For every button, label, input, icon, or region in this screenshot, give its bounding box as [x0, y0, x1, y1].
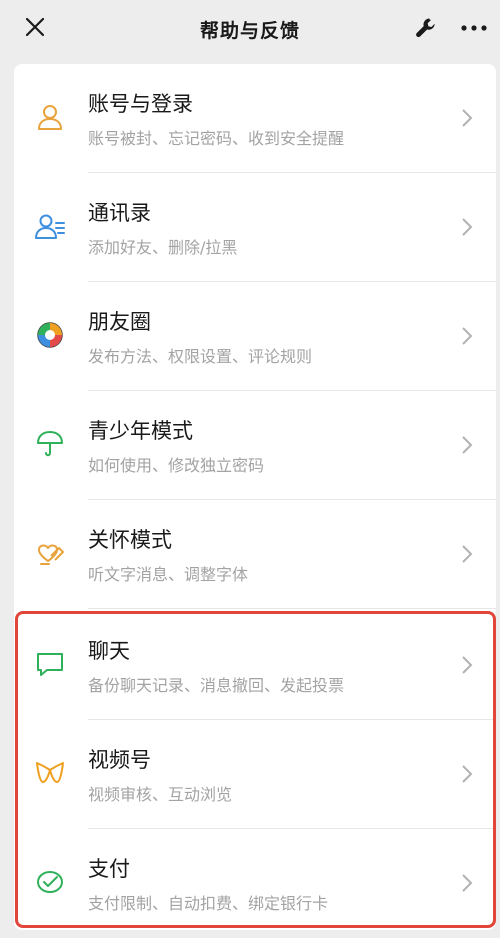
help-item-care-mode[interactable]: 关怀模式 听文字消息、调整字体 — [14, 500, 496, 609]
help-item-description: 如何使用、修改独立密码 — [88, 456, 265, 475]
help-item-channels[interactable]: 视频号 视频审核、互动浏览 — [14, 720, 496, 829]
contacts-icon — [34, 210, 66, 242]
help-item-label: 视频号 — [88, 748, 151, 772]
divider — [88, 608, 496, 609]
pay-icon — [34, 866, 66, 898]
chevron-right-icon — [462, 327, 473, 345]
help-item-description: 添加好友、删除/拉黑 — [88, 238, 238, 257]
user-icon — [34, 101, 66, 133]
chevron-right-icon — [462, 545, 473, 563]
help-item-description: 发布方法、权限设置、评论规则 — [88, 347, 313, 366]
close-icon — [25, 17, 45, 37]
tools-button[interactable] — [412, 14, 440, 42]
more-button[interactable] — [458, 16, 490, 40]
chevron-right-icon — [462, 109, 473, 127]
help-item-label: 青少年模式 — [88, 419, 193, 443]
help-item-teen-mode[interactable]: 青少年模式 如何使用、修改独立密码 — [14, 391, 496, 500]
chevron-right-icon — [462, 436, 473, 454]
chevron-right-icon — [462, 656, 473, 674]
navigation-bar: 帮助与反馈 — [0, 0, 500, 58]
help-item-label: 支付 — [88, 857, 130, 881]
moments-icon — [34, 319, 66, 351]
help-item-description: 备份聊天记录、消息撤回、发起投票 — [88, 676, 345, 695]
help-item-account-login[interactable]: 账号与登录 账号被封、忘记密码、收到安全提醒 — [14, 64, 496, 173]
umbrella-icon — [34, 428, 66, 460]
help-item-contacts[interactable]: 通讯录 添加好友、删除/拉黑 — [14, 173, 496, 282]
help-item-label: 通讯录 — [88, 201, 151, 225]
help-item-description: 账号被封、忘记密码、收到安全提醒 — [88, 129, 345, 148]
chevron-right-icon — [462, 218, 473, 236]
more-icon — [461, 25, 487, 31]
help-item-chat[interactable]: 聊天 备份聊天记录、消息撤回、发起投票 — [14, 611, 496, 720]
help-item-label: 账号与登录 — [88, 92, 193, 116]
chevron-right-icon — [462, 765, 473, 783]
help-item-pay[interactable]: 支付 支付限制、自动扣费、绑定银行卡 — [14, 829, 496, 938]
chevron-right-icon — [462, 874, 473, 892]
help-item-label: 朋友圈 — [88, 310, 151, 334]
help-item-description: 听文字消息、调整字体 — [88, 565, 249, 584]
care-icon — [34, 537, 66, 569]
help-item-description: 视频审核、互动浏览 — [88, 785, 233, 804]
help-item-description: 支付限制、自动扣费、绑定银行卡 — [88, 894, 329, 913]
wrench-icon — [416, 18, 435, 38]
close-button[interactable] — [22, 14, 48, 40]
chat-icon — [34, 648, 66, 680]
channels-icon — [34, 757, 66, 789]
page-title: 帮助与反馈 — [199, 19, 300, 42]
help-item-moments[interactable]: 朋友圈 发布方法、权限设置、评论规则 — [14, 282, 496, 391]
help-item-label: 聊天 — [88, 639, 130, 663]
help-item-label: 关怀模式 — [88, 528, 172, 552]
